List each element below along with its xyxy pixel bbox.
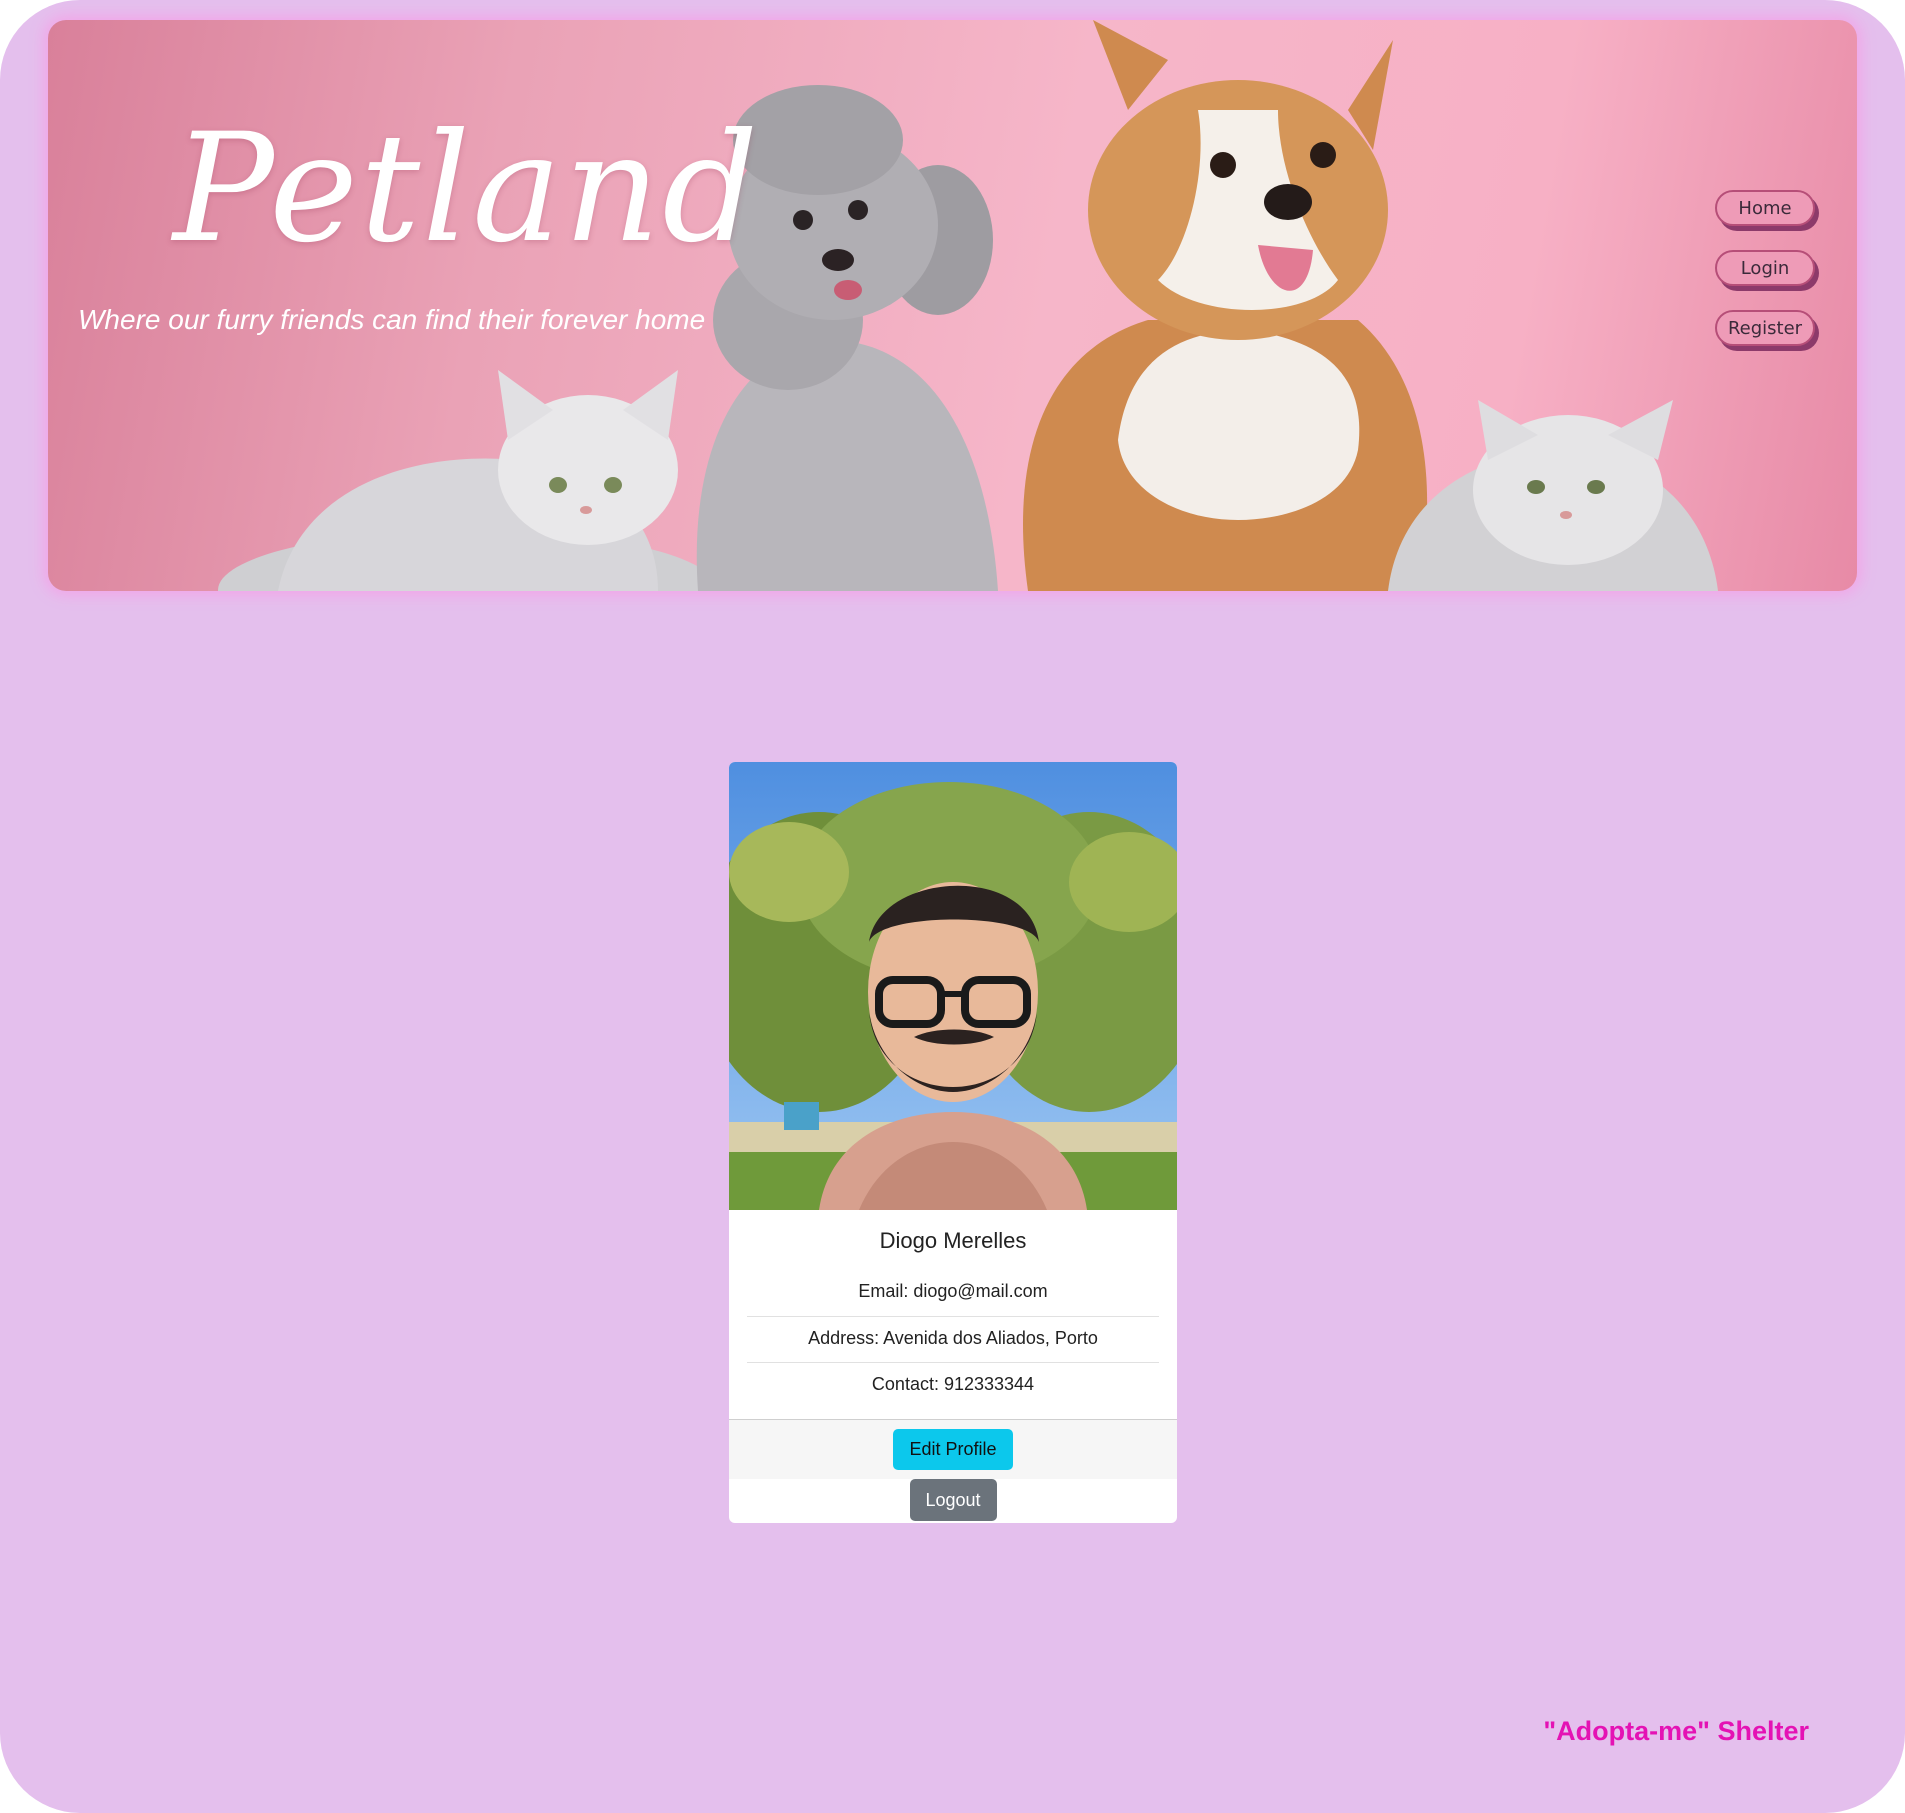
profile-card-footer: Edit Profile [729,1419,1177,1479]
main-nav: Home Login Register [1715,190,1815,346]
logout-container: Logout [729,1479,1177,1523]
profile-address: Address: Avenida dos Aliados, Porto [747,1316,1159,1362]
profile-contact: Contact: 912333344 [747,1362,1159,1408]
profile-card: Diogo Merelles Email: diogo@mail.com Add… [729,762,1177,1523]
page-frame: Petland Where our furry friends can find… [0,0,1905,1813]
site-tagline: Where our furry friends can find their f… [78,304,706,335]
nav-login-button[interactable]: Login [1715,250,1815,286]
profile-name: Diogo Merelles [879,1228,1027,1253]
profile-photo [729,762,1177,1210]
edit-profile-button[interactable]: Edit Profile [893,1429,1013,1470]
nav-home-button[interactable]: Home [1715,190,1815,226]
right-cat-illustration [1388,400,1718,591]
profile-details: Diogo Merelles Email: diogo@mail.com Add… [729,1210,1177,1408]
logout-button[interactable]: Logout [909,1479,997,1521]
nav-register-button[interactable]: Register [1715,310,1815,346]
profile-email: Email: diogo@mail.com [858,1281,1048,1301]
header-banner: Petland Where our furry friends can find… [48,20,1857,591]
profile-info-list: Email: diogo@mail.com Address: Avenida d… [747,1270,1159,1408]
left-cat-illustration [218,370,718,591]
shelter-footer-text: "Adopta-me" Shelter [1543,1716,1809,1746]
site-title: Petland [173,102,761,276]
corgi-illustration [1023,20,1428,591]
